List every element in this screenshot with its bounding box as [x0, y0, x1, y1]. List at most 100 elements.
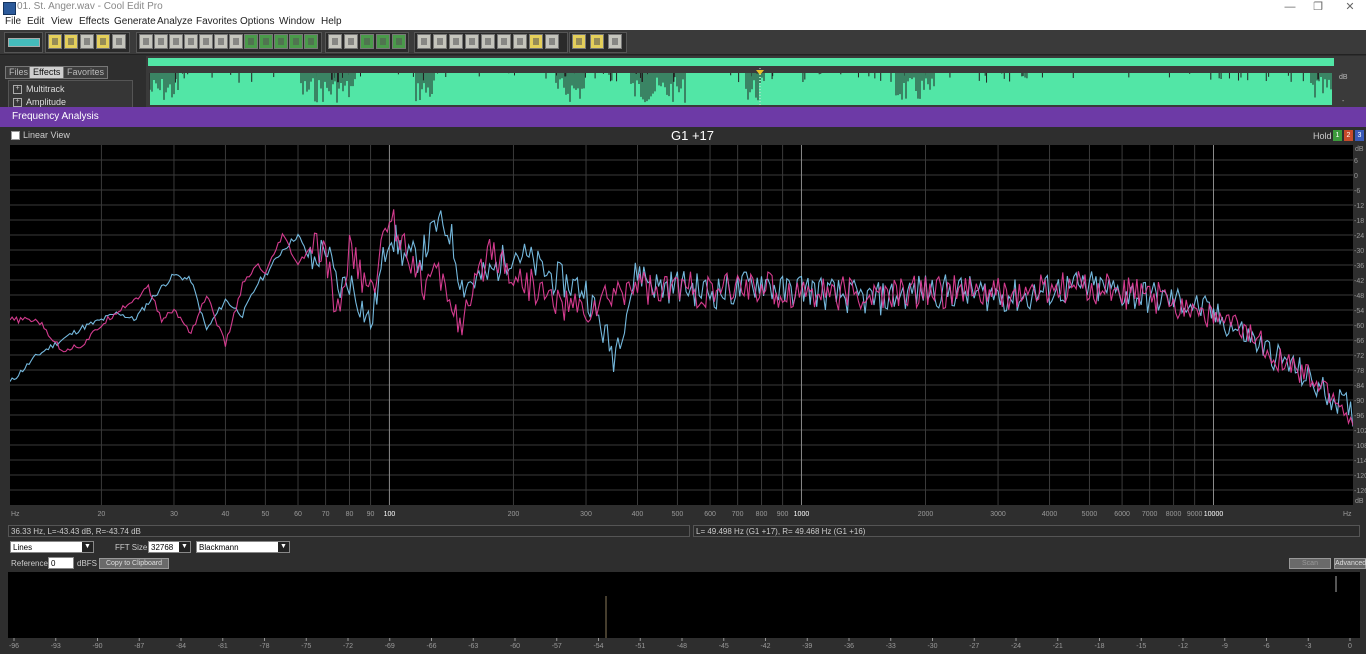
- new-file-icon[interactable]: [48, 34, 62, 49]
- cue-list-icon[interactable]: [433, 34, 447, 49]
- open-file-icon[interactable]: [64, 34, 78, 49]
- spectral-phase-icon[interactable]: [376, 34, 390, 49]
- dbfs-label: dBFS: [77, 559, 98, 568]
- menu-favorites[interactable]: Favorites: [196, 16, 237, 27]
- meter-tick-label: 0: [1348, 643, 1352, 650]
- menu-generate[interactable]: Generate: [114, 16, 156, 27]
- minimize-button[interactable]: —: [1276, 0, 1304, 15]
- expand-icon[interactable]: +: [13, 85, 22, 95]
- advanced-button[interactable]: Advanced: [1334, 558, 1366, 569]
- meter-tick-label: -15: [1136, 643, 1146, 650]
- menu-edit[interactable]: Edit: [27, 16, 44, 27]
- x-tick-label: 7000: [1142, 511, 1158, 518]
- hold-button-1[interactable]: 1: [1333, 130, 1342, 141]
- plot-grid: [10, 145, 1355, 505]
- copy-icon[interactable]: [184, 34, 198, 49]
- meter-tick-label: -6: [1263, 643, 1269, 650]
- menu-window[interactable]: Window: [279, 16, 315, 27]
- menu-analyze[interactable]: Analyze: [157, 16, 193, 27]
- tab-favorites[interactable]: Favorites: [63, 66, 109, 79]
- play-icon[interactable]: [465, 34, 479, 49]
- x-tick-label: 20: [98, 511, 106, 518]
- scan-button[interactable]: Scan: [1289, 558, 1331, 569]
- db-tick-label: -42: [1354, 278, 1364, 285]
- frequency-plot[interactable]: [10, 145, 1355, 505]
- fft-size-dropdown[interactable]: 32768 ▼: [148, 541, 191, 553]
- meter-tick-label: -45: [719, 643, 729, 650]
- help-icon[interactable]: [608, 34, 622, 49]
- spectrum-icon[interactable]: [545, 34, 559, 49]
- tree-item-multitrack[interactable]: + Multitrack: [13, 84, 65, 95]
- multitrack-toggle-button[interactable]: [4, 32, 43, 53]
- save-as-icon[interactable]: [96, 34, 110, 49]
- redo-icon[interactable]: [154, 34, 168, 49]
- tab-effects[interactable]: Effects: [29, 66, 65, 79]
- mix-paste-icon[interactable]: [259, 34, 273, 49]
- x-tick-label: 400: [632, 511, 644, 518]
- db-tick-label: -90: [1354, 398, 1364, 405]
- level-meter-graph: [605, 576, 1337, 638]
- hold-label: Hold: [1313, 131, 1332, 141]
- spectrum-series-1: [10, 210, 1355, 427]
- save-icon[interactable]: [80, 34, 94, 49]
- x-tick-label: 900: [777, 511, 789, 518]
- waveform-overview[interactable]: dB -: [146, 56, 1366, 107]
- hold-button-2[interactable]: 2: [1344, 130, 1353, 141]
- graph-mode-dropdown[interactable]: Lines ▼: [10, 541, 94, 553]
- x-tick-label: 80: [346, 511, 354, 518]
- frequency-view-icon[interactable]: [392, 34, 406, 49]
- properties-icon[interactable]: [590, 34, 604, 49]
- meter-tick-label: -72: [343, 643, 353, 650]
- frequency-analysis-icon[interactable]: [513, 34, 527, 49]
- x-tick-label: 6000: [1114, 511, 1130, 518]
- db-tick-label: -102: [1354, 428, 1366, 435]
- db-tick-label: -54: [1354, 308, 1364, 315]
- meter-tick-label: -30: [927, 643, 937, 650]
- db-tick-label: -36: [1354, 263, 1364, 270]
- play-list-icon[interactable]: [449, 34, 463, 49]
- hold-button-3[interactable]: 3: [1355, 130, 1364, 141]
- copy-new-icon[interactable]: [199, 34, 213, 49]
- view-toolbar-group: [325, 32, 409, 53]
- db-tick-label: -30: [1354, 248, 1364, 255]
- select-all-icon[interactable]: [289, 34, 303, 49]
- paste-new-icon[interactable]: [244, 34, 258, 49]
- spectral-view-icon[interactable]: [344, 34, 358, 49]
- close-button[interactable]: ✕: [1336, 0, 1364, 15]
- statistics-icon[interactable]: [497, 34, 511, 49]
- expand-icon[interactable]: +: [13, 98, 22, 108]
- tree-item-amplitude[interactable]: + Amplitude: [13, 97, 66, 108]
- waveform-view-icon[interactable]: [328, 34, 342, 49]
- analysis-toolbar-group: [414, 32, 568, 53]
- repeat-icon[interactable]: [169, 34, 183, 49]
- undo-icon[interactable]: [139, 34, 153, 49]
- level-meter: [8, 572, 1360, 638]
- zoom-icon[interactable]: [481, 34, 495, 49]
- phase-analysis-icon[interactable]: [529, 34, 543, 49]
- edit-view-icon[interactable]: [417, 34, 431, 49]
- overview-scrollbar: [148, 58, 1334, 66]
- spectral-pan-icon[interactable]: [360, 34, 374, 49]
- panel-title: Frequency Analysis: [12, 111, 99, 122]
- menu-file[interactable]: File: [5, 16, 21, 27]
- linear-view-checkbox[interactable]: [11, 131, 20, 140]
- cut-icon[interactable]: [214, 34, 228, 49]
- tab-files[interactable]: Files: [5, 66, 33, 79]
- trim-icon[interactable]: [274, 34, 288, 49]
- reference-input[interactable]: 0: [48, 557, 74, 569]
- meter-tick-label: -27: [969, 643, 979, 650]
- window-function-dropdown[interactable]: Blackmann ▼: [196, 541, 290, 553]
- menu-view[interactable]: View: [51, 16, 73, 27]
- find-icon[interactable]: [304, 34, 318, 49]
- settings-icon[interactable]: [572, 34, 586, 49]
- menu-help[interactable]: Help: [321, 16, 342, 27]
- menu-effects[interactable]: Effects: [79, 16, 109, 27]
- copy-to-clipboard-button[interactable]: Copy to Clipboard: [99, 558, 169, 569]
- db-tick-label: -96: [1354, 413, 1364, 420]
- menu-options[interactable]: Options: [240, 16, 274, 27]
- paste-icon[interactable]: [229, 34, 243, 49]
- close-file-icon[interactable]: [112, 34, 126, 49]
- edit-toolbar-group: [136, 32, 322, 53]
- chevron-down-icon: ▼: [278, 542, 289, 552]
- restore-button[interactable]: ❐: [1304, 0, 1332, 15]
